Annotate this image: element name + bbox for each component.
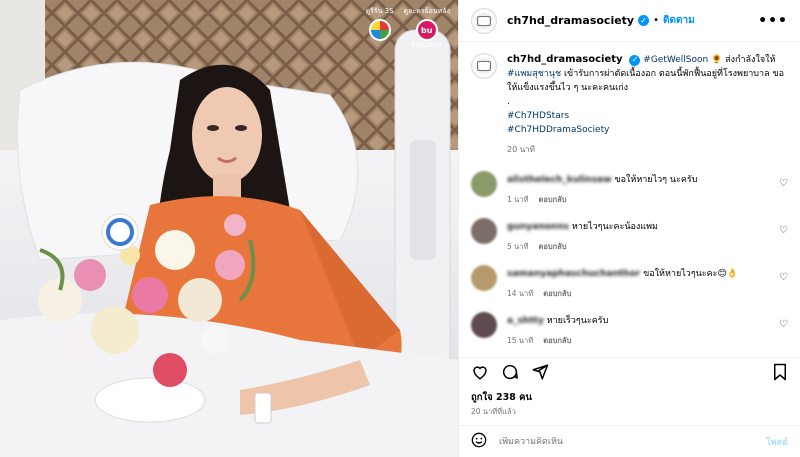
caption-body: ch7hd_dramasociety ✓ #GetWellSoon 🌻 ส่งก… — [507, 53, 788, 157]
reply-button[interactable]: ตอบกลับ — [543, 336, 571, 345]
caption-time: 20 นาที — [507, 145, 535, 154]
channel-watermark: ดูรีรัน 3S ดูละครย้อนหลัง bu BUGABOO — [366, 6, 450, 49]
post-photo[interactable]: ดูรีรัน 3S ดูละครย้อนหลัง bu BUGABOO — [0, 0, 458, 457]
comment-list: alisthelech_kulinsaw ขอให้หายไวๆ นะครับ … — [471, 171, 788, 353]
comment-username[interactable]: samanyaphaschuchanthor — [507, 268, 640, 281]
reply-button[interactable]: ตอบกลับ — [538, 242, 566, 251]
caption-avatar[interactable] — [471, 53, 497, 79]
avatar-logo-icon — [477, 61, 491, 71]
ch7-logo-icon — [368, 19, 391, 41]
share-send-icon[interactable] — [531, 363, 549, 381]
more-options-icon[interactable]: ••• — [758, 13, 788, 29]
comments-scroll-area[interactable]: ch7hd_dramasociety ✓ #GetWellSoon 🌻 ส่งก… — [459, 43, 800, 353]
comment-text: หายเร็วๆนะครับ — [546, 316, 609, 326]
hashtag-ch7hdstars[interactable]: #Ch7HDStars — [507, 109, 788, 123]
comment-like-heart-icon[interactable]: ♡ — [779, 272, 788, 283]
caption-username[interactable]: ch7hd_dramasociety — [507, 54, 623, 65]
comment-avatar[interactable] — [471, 218, 497, 244]
post-header: ch7hd_dramasociety ✓ • ติดตาม ••• — [459, 0, 800, 42]
like-heart-icon[interactable] — [471, 363, 489, 381]
hashtag-ch7hddramasociety[interactable]: #Ch7HDDramaSociety — [507, 123, 788, 137]
comment-time: 15 นาที — [507, 336, 534, 345]
comment-time: 1 นาที — [507, 195, 529, 204]
comment-item: samanyaphaschuchanthor ขอให้หายไวๆนะคะ😊👌… — [471, 265, 788, 312]
comment-avatar[interactable] — [471, 312, 497, 338]
comment-meta: 14 นาที ตอบกลับ — [507, 287, 788, 300]
comment-body: alisthelech_kulinsaw ขอให้หายไวๆ นะครับ … — [507, 171, 788, 218]
watermark-right-label: ดูละครย้อนหลัง — [403, 7, 450, 15]
comment-body: samanyaphaschuchanthor ขอให้หายไวๆนะคะ😊👌… — [507, 265, 788, 312]
comment-meta: 1 นาที ตอบกลับ — [507, 193, 788, 206]
header-username[interactable]: ch7hd_dramasociety — [507, 14, 634, 27]
comment-time: 5 นาที — [507, 242, 529, 251]
comment-time: 14 นาที — [507, 289, 534, 298]
header-separator: • — [653, 15, 660, 26]
comment-item: alisthelech_kulinsaw ขอให้หายไวๆ นะครับ … — [471, 171, 788, 218]
photo-illustration — [0, 0, 458, 457]
watermark-bugaboo: ดูละครย้อนหลัง bu BUGABOO — [404, 6, 450, 49]
hashtag-getwellsoon[interactable]: #GetWellSoon — [643, 55, 708, 65]
reply-button[interactable]: ตอบกลับ — [543, 289, 571, 298]
caption-dot-line: . — [507, 97, 510, 107]
comment-text: หายไวๆนะคะน้องแพม — [571, 222, 658, 232]
add-comment-bar: โพสต์ — [459, 425, 800, 457]
follow-button[interactable]: ติดตาม — [663, 13, 695, 28]
profile-avatar[interactable] — [471, 7, 497, 34]
post-actions-bar — [459, 357, 800, 385]
comment-bubble-icon[interactable] — [501, 363, 519, 381]
caption-text-1: 🌻 ส่งกำลังใจให้ — [708, 55, 776, 65]
hashtag-pam[interactable]: #แพมสุชานุช — [507, 69, 561, 79]
save-bookmark-icon[interactable] — [772, 363, 788, 381]
watermark-right-sub: BUGABOO — [411, 42, 443, 49]
watermark-ch7: ดูรีรัน 3S — [366, 6, 394, 49]
comment-body: gunyanonns หายไวๆนะคะน้องแพม 5 นาที ตอบกล… — [507, 218, 788, 265]
comment-text: ขอให้หายไวๆ นะครับ — [614, 175, 698, 185]
comment-meta: 5 นาที ตอบกลับ — [507, 240, 788, 253]
comment-item: a_shtty หายเร็วๆนะครับ 15 นาที ตอบกลับ ♡ — [471, 312, 788, 353]
comment-avatar[interactable] — [471, 171, 497, 197]
post-side-panel: ch7hd_dramasociety ✓ • ติดตาม ••• ch7hd_… — [458, 0, 800, 457]
verified-badge-icon: ✓ — [638, 15, 650, 26]
posted-time: 20 นาทีที่แล้ว — [471, 407, 516, 416]
comment-username[interactable]: alisthelech_kulinsaw — [507, 174, 612, 187]
comment-body: a_shtty หายเร็วๆนะครับ 15 นาที ตอบกลับ — [507, 312, 788, 353]
comment-username[interactable]: gunyanonns — [507, 221, 569, 234]
comment-input[interactable] — [499, 436, 766, 447]
comment-meta: 15 นาที ตอบกลับ — [507, 334, 788, 347]
comment-item: gunyanonns หายไวๆนะคะน้องแพม 5 นาที ตอบกล… — [471, 218, 788, 265]
reply-button[interactable]: ตอบกลับ — [538, 195, 566, 204]
comment-like-heart-icon[interactable]: ♡ — [779, 319, 788, 330]
comment-avatar[interactable] — [471, 265, 497, 291]
comment-username[interactable]: a_shtty — [507, 315, 544, 328]
avatar-logo-icon — [477, 15, 491, 26]
emoji-smile-icon[interactable] — [471, 432, 487, 452]
comment-like-heart-icon[interactable]: ♡ — [779, 225, 788, 236]
comment-text: ขอให้หายไวๆนะคะ😊👌 — [643, 269, 739, 279]
likes-count[interactable]: ถูกใจ 238 คน — [471, 390, 532, 405]
verified-badge-icon: ✓ — [629, 54, 641, 66]
bugaboo-logo-icon: bu — [415, 19, 438, 41]
watermark-left-label: ดูรีรัน 3S — [365, 7, 394, 15]
post-caption: ch7hd_dramasociety ✓ #GetWellSoon 🌻 ส่งก… — [471, 53, 788, 157]
post-comment-button[interactable]: โพสต์ — [766, 435, 788, 449]
comment-like-heart-icon[interactable]: ♡ — [779, 178, 788, 189]
